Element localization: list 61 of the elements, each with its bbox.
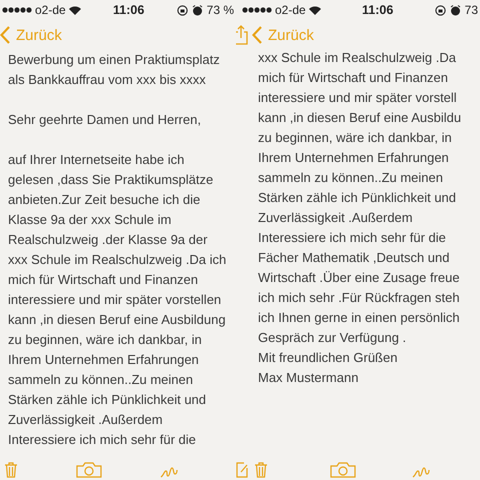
battery-percent: 73 % xyxy=(206,3,234,17)
note-text-line: Interessiere ich mich sehr für die xyxy=(8,431,197,449)
note-text-line: interessiere und mir später vorstell xyxy=(258,89,458,107)
signal-icon xyxy=(2,7,32,13)
note-text-line: zu beginnen, wäre ich dankbar, in xyxy=(258,129,453,147)
note-text-line: mich für Wirtschaft und Finanzen xyxy=(8,271,200,289)
trash-icon[interactable] xyxy=(254,462,268,478)
note-text-line: interessiere und mir später vorstellen xyxy=(8,291,222,309)
back-button[interactable]: Zurück xyxy=(250,26,314,44)
note-text-line: Zuverlässigkeit .Außerdem xyxy=(8,411,164,429)
trash-icon[interactable] xyxy=(4,462,18,478)
note-text-line: sammeln zu können..Zu meinen xyxy=(258,169,444,187)
note-text-line: Sehr geehrte Damen und Herren, xyxy=(8,111,202,129)
note-text-line: Klasse 9a der xxx Schule im xyxy=(8,211,172,229)
note-text-line: sammeln zu können..Zu meinen xyxy=(8,371,194,389)
camera-icon[interactable] xyxy=(330,462,356,478)
note-text-line: mich für Wirtschaft und Finanzen xyxy=(258,69,450,87)
carrier-name: o2-de xyxy=(35,3,66,17)
note-text-line: Wirtschaft .Über eine Zusage freue xyxy=(258,269,461,287)
note-text-line: Fächer Mathematik ,Deutsch und xyxy=(258,249,450,267)
note-text-line: ich Ihnen gerne in einen persönlich xyxy=(258,309,461,327)
share-icon[interactable] xyxy=(236,25,248,45)
compose-icon[interactable] xyxy=(236,462,248,478)
note-text-line: Interessiere ich mich sehr für die xyxy=(258,229,447,247)
status-time: 11:06 xyxy=(113,3,144,17)
signal-icon xyxy=(242,7,272,13)
note-text-line: Gespräch zur Verfügung . xyxy=(258,329,408,347)
note-text-line: Mit freundlichen Grüßen xyxy=(258,349,398,367)
rotation-lock-icon xyxy=(176,4,188,16)
back-button[interactable]: Zurück xyxy=(0,26,62,44)
camera-icon[interactable] xyxy=(76,462,102,478)
wifi-icon xyxy=(68,6,81,14)
note-text-line: xxx Schule im Realschulzweig .Da xyxy=(258,49,457,67)
note-text-line: Stärken zähle ich Pünklichkeit und xyxy=(258,189,458,207)
note-text-line: ich mich sehr .Für Rückfragen steh xyxy=(258,289,461,307)
wifi-icon xyxy=(308,6,321,14)
chevron-left-icon xyxy=(0,26,10,44)
note-text-line: Bewerbung um einen Praktiumsplatz xyxy=(8,51,221,69)
note-text-line: Zuverlässigkeit .Außerdem xyxy=(258,209,414,227)
chevron-left-icon xyxy=(252,26,262,44)
note-text-line: Ihrem Unternehmen Erfahrungen xyxy=(8,351,200,369)
note-text-line: kann ,in diesen Beruf eine Ausbildung xyxy=(8,311,227,329)
note-text-line: zu beginnen, wäre ich dankbar, in xyxy=(8,331,203,349)
note-text-line: gelesen ,dass Sie Praktikumsplätze xyxy=(8,171,214,189)
note-text-line: xxx Schule im Realschulzweig .Da ich xyxy=(8,251,228,269)
note-text-line: kann ,in diesen Beruf eine Ausbildu xyxy=(258,109,462,127)
carrier-name: o2-de xyxy=(275,3,306,17)
note-text-line: auf Ihrer Internetseite habe ich xyxy=(8,151,186,169)
note-text-line: Stärken zähle ich Pünklichkeit und xyxy=(8,391,208,409)
note-text-line: als Bankkauffrau vom xxx bis xxxx xyxy=(8,71,207,89)
note-text-line: Max Mustermann xyxy=(258,369,360,387)
note-text-line: anbieten.Zur Zeit besuche ich die xyxy=(8,191,202,209)
status-time: 11:06 xyxy=(362,3,394,17)
alarm-clock-icon xyxy=(192,4,203,16)
battery-percent: 73 xyxy=(464,3,478,17)
pen-scribble-icon[interactable] xyxy=(412,466,430,478)
rotation-lock-icon xyxy=(434,4,446,16)
pen-scribble-icon[interactable] xyxy=(160,466,178,478)
note-text-line: Realschulzweig .der Klasse 9a der xyxy=(8,231,208,249)
note-text-line: Ihrem Unternehmen Erfahrungen xyxy=(258,149,450,167)
alarm-clock-icon xyxy=(450,4,461,16)
